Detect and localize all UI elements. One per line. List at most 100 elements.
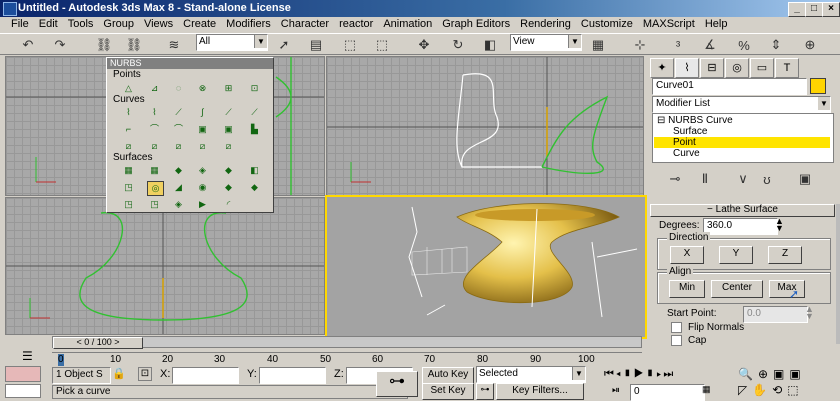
menu-edit[interactable]: Edit (34, 17, 63, 33)
point-curve-on-surface-icon[interactable]: ⧄ (171, 140, 186, 153)
u-loft-surface-icon[interactable]: ◆ (221, 181, 236, 194)
align-min-button[interactable]: Min (669, 280, 705, 298)
extrude-surface-icon[interactable]: ◳ (121, 181, 136, 194)
select-link-icon[interactable]: ⛓ (94, 36, 114, 54)
mirror-surface-icon[interactable]: ◧ (247, 164, 262, 177)
key-filters-button[interactable]: Key Filters... (496, 383, 584, 400)
two-rail-sweep-icon[interactable]: ◳ (147, 198, 162, 211)
modifier-list-dropdown[interactable]: Modifier List ▼ (652, 96, 831, 113)
pivot-center-icon[interactable]: ▦ (588, 36, 608, 54)
nurbs-palette-title[interactable]: NURBS (107, 58, 273, 69)
remove-modifier-icon[interactable]: ʊ (757, 170, 777, 188)
flip-normals-checkbox[interactable]: Flip Normals (671, 322, 744, 333)
stack-item-surface[interactable]: Surface (673, 126, 707, 137)
surface-edge-curve-icon[interactable]: ⧄ (221, 140, 236, 153)
select-rotate-icon[interactable]: ↻ (448, 36, 468, 54)
x-coordinate-field[interactable] (172, 367, 239, 384)
align-center-button[interactable]: Center (711, 280, 763, 298)
start-point-field[interactable]: 0.0 (743, 306, 808, 323)
menu-animation[interactable]: Animation (378, 17, 437, 33)
menu-views[interactable]: Views (139, 17, 178, 33)
start-point-spinner[interactable]: ▲ ▼ (805, 305, 814, 321)
menu-maxscript[interactable]: MAXScript (638, 17, 700, 33)
ruled-surface-icon[interactable]: ◢ (171, 181, 186, 194)
time-configuration-icon[interactable]: ▦ (702, 384, 711, 395)
curve-point-icon[interactable]: ◌ (171, 82, 186, 95)
offset-curve-icon[interactable]: ⟋ (221, 106, 236, 119)
object-color-swatch[interactable] (810, 78, 826, 94)
absolute-mode-icon[interactable]: ⊡ (138, 367, 152, 381)
modify-tab-icon[interactable]: ⌇ (675, 58, 699, 78)
surface-curve-point-icon[interactable]: ⊡ (247, 82, 262, 95)
stack-item-nurbs-curve[interactable]: ⊟ NURBS Curve (657, 115, 733, 126)
surface-offset-curve-icon[interactable]: ⧄ (195, 140, 210, 153)
undo-icon[interactable]: ↶ (18, 36, 38, 54)
show-end-result-icon[interactable]: Ⅱ (695, 170, 715, 188)
stack-item-curve[interactable]: Curve (673, 148, 700, 159)
align-max-button[interactable]: Max (769, 280, 805, 298)
left-viewport[interactable] (5, 197, 325, 335)
offset-point-icon[interactable]: ⊿ (147, 82, 162, 95)
select-manipulate-icon[interactable]: ⊹ (630, 36, 650, 54)
current-frame-field[interactable]: 0 (630, 384, 705, 401)
select-object-icon[interactable]: ➚ (274, 36, 294, 54)
minimize-button[interactable]: _ (788, 2, 806, 17)
select-scale-icon[interactable]: ◧ (480, 36, 500, 54)
maxscript-input-mini[interactable] (5, 384, 41, 398)
reference-coordinate-dropdown[interactable]: View ▼ (510, 34, 582, 51)
surface-surface-intersection-icon[interactable]: ⌒ (171, 123, 186, 136)
edit-named-selection-icon[interactable]: ⊕ (800, 36, 820, 54)
menu-create[interactable]: Create (178, 17, 221, 33)
menu-graph-editors[interactable]: Graph Editors (437, 17, 515, 33)
spinner-snap-icon[interactable]: ⇕ (766, 36, 786, 54)
utilities-tab-icon[interactable]: T (775, 58, 799, 78)
blend-surface-icon[interactable]: ◈ (195, 164, 210, 177)
degrees-spinner[interactable]: ▲ ▼ (775, 217, 784, 233)
configure-sets-icon[interactable]: ▣ (795, 170, 815, 188)
cap-checkbox[interactable]: Cap (671, 335, 706, 346)
multi-sided-blend-icon[interactable]: ◈ (171, 198, 186, 211)
key-mode-toggle-icon[interactable]: ⏯ (612, 385, 622, 397)
key-mode-toggle-icon[interactable]: ⊶ (476, 383, 494, 400)
one-rail-sweep-icon[interactable]: ◳ (121, 198, 136, 211)
cv-curve-icon[interactable]: ⌇ (121, 106, 136, 119)
zoom-icon[interactable]: 🔍 (738, 367, 753, 381)
go-to-end-icon[interactable]: ⏭ (663, 368, 675, 380)
direction-x-button[interactable]: X (670, 246, 704, 264)
percent-snap-icon[interactable]: % (734, 36, 754, 54)
cv-surface-icon[interactable]: ▦ (121, 164, 136, 177)
menu-rendering[interactable]: Rendering (515, 17, 576, 33)
front-viewport[interactable] (326, 56, 644, 196)
chamfer-curve-icon[interactable]: ⌐ (121, 123, 136, 136)
command-panel-scrollbar[interactable] (836, 204, 840, 344)
bind-space-warp-icon[interactable]: ≋ (164, 36, 184, 54)
perspective-viewport[interactable] (325, 195, 647, 339)
menu-customize[interactable]: Customize (576, 17, 638, 33)
surface-point-icon[interactable]: ⊞ (221, 82, 236, 95)
previous-frame-icon[interactable]: ◂▮ (616, 368, 634, 380)
multi-curve-trim-icon[interactable]: ▶ (195, 198, 210, 211)
menu-help[interactable]: Help (700, 17, 733, 33)
angle-snap-icon[interactable]: ∡ (700, 36, 720, 54)
menu-modifiers[interactable]: Modifiers (221, 17, 276, 33)
menu-tools[interactable]: Tools (63, 17, 99, 33)
cap-box[interactable] (671, 335, 682, 346)
play-icon[interactable]: ▶ (634, 368, 646, 380)
snap-toggle-icon[interactable]: ³ (668, 36, 688, 54)
zoom-extents-all-icon[interactable]: ▣ (789, 367, 800, 381)
make-unique-icon[interactable]: ∨ (733, 170, 753, 188)
stack-item-point[interactable]: Point (673, 137, 696, 148)
set-key-icon[interactable]: ⊶ (376, 371, 418, 397)
flip-normals-box[interactable] (671, 322, 682, 333)
nurbs-palette[interactable]: NURBS Points △ ⊿ ◌ ⊗ ⊞ ⊡ Curves ⌇ ⌇ ⟋ ∫ … (106, 57, 274, 213)
offset-surface-icon[interactable]: ◆ (221, 164, 236, 177)
selection-filter-dropdown[interactable]: All ▼ (196, 34, 268, 51)
fillet-curve-icon[interactable]: ⌒ (147, 123, 162, 136)
v-iso-curve-icon[interactable]: ▣ (221, 123, 236, 136)
pin-stack-icon[interactable]: ⊸ (665, 170, 685, 188)
point-curve-icon[interactable]: ⌇ (147, 106, 162, 119)
menu-group[interactable]: Group (98, 17, 139, 33)
zoom-all-icon[interactable]: ⊕ (758, 367, 768, 381)
direction-z-button[interactable]: Z (768, 246, 802, 264)
motion-tab-icon[interactable]: ◎ (725, 58, 749, 78)
